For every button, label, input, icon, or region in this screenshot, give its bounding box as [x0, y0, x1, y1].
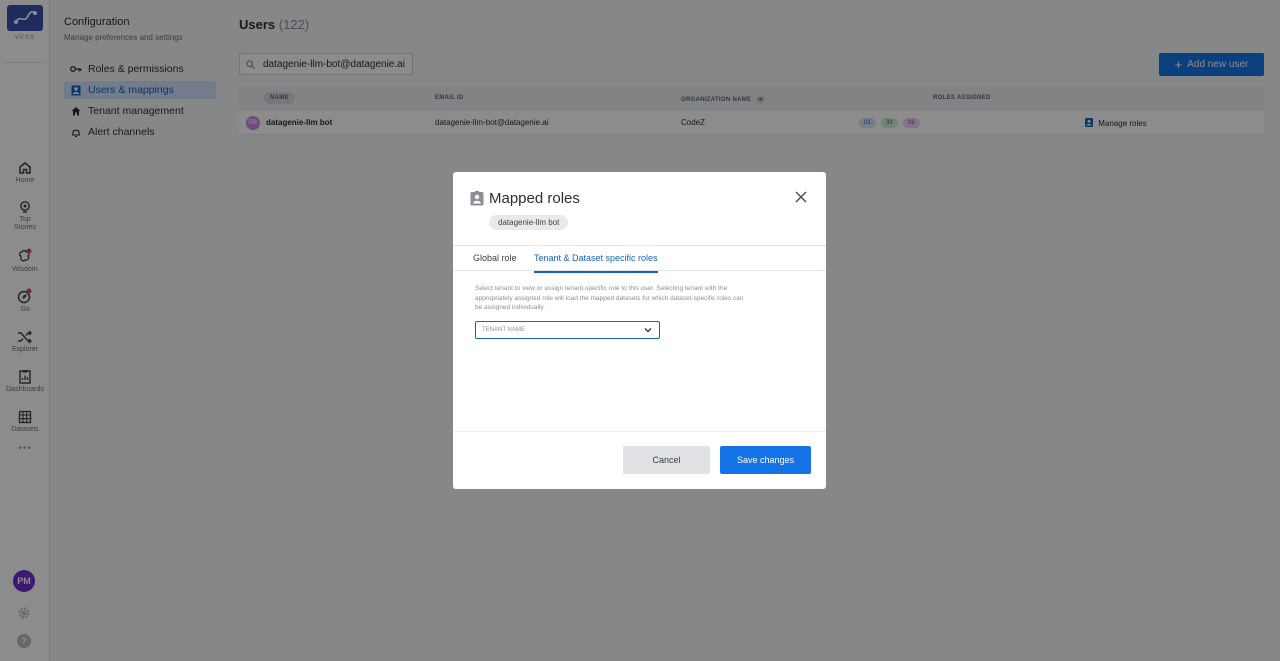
close-icon[interactable]	[793, 189, 809, 205]
tenant-name-select[interactable]: TENANT NAME	[475, 321, 660, 339]
help-text: Select tenant to view or assign tenant-s…	[475, 285, 744, 311]
user-chip: datagenie-llm bot	[489, 215, 569, 230]
tabs-divider	[453, 270, 826, 271]
cancel-button[interactable]: Cancel	[623, 446, 710, 474]
mapped-roles-dialog: Mapped roles datagenie-llm bot Global ro…	[453, 172, 826, 489]
tab-global-role[interactable]: Global role	[473, 253, 517, 271]
save-changes-button[interactable]: Save changes	[720, 446, 811, 474]
modal-divider	[453, 245, 826, 246]
chevron-down-icon	[644, 328, 652, 333]
tenant-placeholder: TENANT NAME	[482, 327, 525, 333]
modal-footer-divider	[453, 431, 826, 432]
modal-title: Mapped roles	[489, 190, 580, 207]
user-badge-icon	[470, 191, 484, 206]
